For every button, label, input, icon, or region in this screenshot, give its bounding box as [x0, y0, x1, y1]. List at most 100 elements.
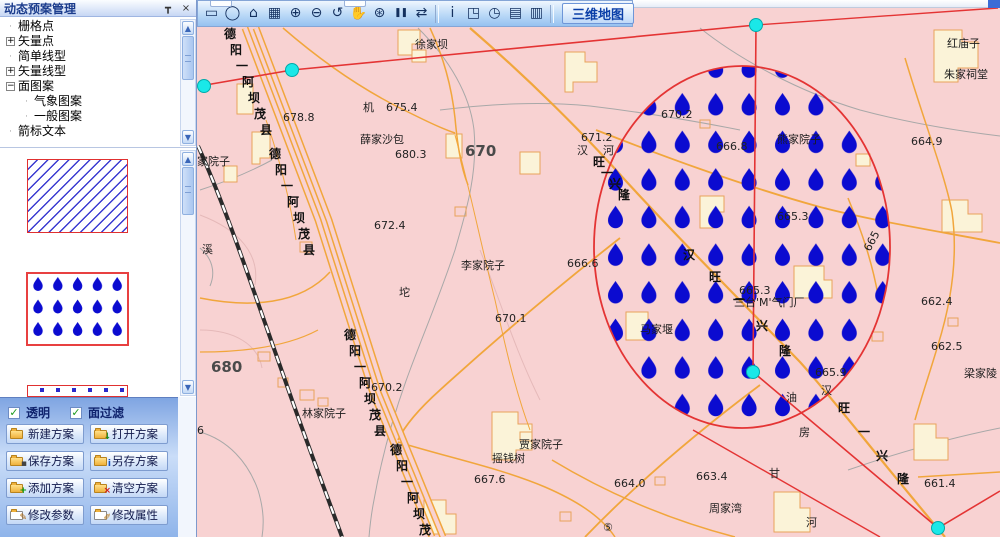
- plan-buttons: 新建方案 ↓打开方案 ▪保存方案 i另存方案 +添加方案 ×清空方案 ✎修改参数 ✐修改属性: [6, 424, 172, 525]
- tree-item-label: 矢量点: [18, 34, 54, 49]
- tree-connector: ·: [6, 127, 15, 136]
- map-3d-button[interactable]: 三维地图: [562, 3, 634, 24]
- plan-options-panel: ✓透明✓面过滤 新建方案↓打开方案▪保存方案i另存方案+添加方案×清空方案✎修改…: [0, 397, 178, 537]
- map-label: 房: [799, 426, 810, 439]
- tree-connector: ·: [6, 52, 15, 61]
- plan-button-params[interactable]: ✎修改参数: [6, 505, 84, 525]
- tree-connector: ·: [22, 112, 31, 121]
- print-setup-icon[interactable]: ▤: [505, 3, 526, 24]
- map-label: 马家堰: [640, 322, 673, 336]
- vertex-handle[interactable]: [198, 80, 211, 93]
- props-folder-icon: ✐: [94, 509, 109, 521]
- pattern-swatch-partial[interactable]: [27, 385, 128, 397]
- map-label: 666.8: [716, 140, 748, 153]
- tree-item-5[interactable]: ·气象图案: [2, 94, 180, 109]
- tree-item-2[interactable]: ·简单线型: [2, 49, 180, 64]
- plan-button-open[interactable]: ↓打开方案: [90, 424, 168, 444]
- print-icon[interactable]: ▥: [526, 3, 547, 24]
- tree-item-3[interactable]: +矢量线型: [2, 64, 180, 79]
- vertex-handle[interactable]: [747, 366, 760, 379]
- tree-item-6[interactable]: ·一般图案: [2, 109, 180, 124]
- refresh-swap-icon[interactable]: ⇄: [411, 3, 432, 24]
- map-label: 680: [211, 358, 242, 376]
- panel-scroll-gutter: [178, 397, 196, 537]
- close-icon[interactable]: ×: [178, 1, 194, 16]
- scroll-up-icon[interactable]: ▲: [182, 152, 194, 166]
- vertex-handle[interactable]: [286, 64, 299, 77]
- map-label: 662.4: [921, 295, 953, 308]
- tree-expand-icon[interactable]: +: [6, 67, 15, 76]
- map-label: 阳: [349, 343, 361, 358]
- map-label: 油: [786, 390, 797, 404]
- plan-button-saveas[interactable]: i另存方案: [90, 451, 168, 471]
- layer-tree: ·栅格点+矢量点·简单线型+矢量线型−面图案·气象图案·一般图案·箭标文本: [2, 19, 180, 146]
- plan-button-new[interactable]: 新建方案: [6, 424, 84, 444]
- history-clock-icon[interactable]: ◷: [484, 3, 505, 24]
- map-label: 坝: [293, 211, 305, 225]
- scroll-up-icon[interactable]: ▲: [182, 21, 194, 35]
- export-icon[interactable]: ◳: [463, 3, 484, 24]
- dock-tab[interactable]: [210, 1, 232, 7]
- plan-button-label: 修改参数: [28, 507, 74, 523]
- vertex-handle[interactable]: [750, 19, 763, 32]
- map-label: 茂: [419, 522, 431, 537]
- scrollbar-thumb[interactable]: [182, 167, 194, 215]
- panel-title: 动态预案管理: [0, 0, 160, 17]
- map-label: 汉: [577, 144, 588, 157]
- scroll-down-icon[interactable]: ▼: [182, 380, 194, 394]
- map-label: 徐家坝: [415, 37, 448, 51]
- tree-item-1[interactable]: +矢量点: [2, 34, 180, 49]
- pattern-swatch-drops-selected[interactable]: [26, 272, 129, 346]
- plan-button-save[interactable]: ▪保存方案: [6, 451, 84, 471]
- tree-item-7[interactable]: ·箭标文本: [2, 124, 180, 139]
- map-label: 熊家院子: [777, 132, 821, 146]
- map-label: 阳: [275, 162, 287, 177]
- zoom-in-icon[interactable]: ⊕: [285, 3, 306, 24]
- map-label: 朱家祠堂: [944, 67, 988, 81]
- tree-connector: ·: [6, 22, 15, 31]
- map-label: 德: [224, 26, 236, 41]
- map-label: 隆: [779, 343, 792, 358]
- map-label: 664.9: [911, 135, 943, 148]
- open-folder-icon: ↓: [94, 428, 109, 440]
- tree-item-4[interactable]: −面图案: [2, 79, 180, 94]
- plan-button-clear[interactable]: ×清空方案: [90, 478, 168, 498]
- map-label: 阿: [287, 195, 299, 209]
- tree-scrollbar[interactable]: ▲ ▼: [180, 19, 196, 146]
- zoom-select-icon[interactable]: ⊛: [369, 3, 390, 24]
- map-top-strip: [633, 0, 1000, 8]
- plan-button-props[interactable]: ✐修改属性: [90, 505, 168, 525]
- info-icon[interactable]: i: [442, 3, 463, 24]
- scrollbar-thumb[interactable]: [182, 36, 194, 80]
- measure-area-icon[interactable]: ⌂: [243, 3, 264, 24]
- vertex-handle[interactable]: [932, 522, 945, 535]
- map-label: 671.2: [581, 131, 613, 144]
- pause-icon[interactable]: ❚❚: [390, 3, 411, 24]
- pattern-scrollbar[interactable]: ▲ ▼: [180, 150, 196, 396]
- zoom-out-icon[interactable]: ⊖: [306, 3, 327, 24]
- map-label: 红庙子: [947, 36, 980, 50]
- pin-icon[interactable]: ┳: [160, 1, 176, 16]
- tree-expand-icon[interactable]: −: [6, 82, 15, 91]
- map-label: 县: [260, 123, 272, 137]
- map-label: 一: [858, 425, 870, 439]
- dock-tab[interactable]: [344, 1, 366, 7]
- grid-icon[interactable]: ▦: [264, 3, 285, 24]
- scroll-down-icon[interactable]: ▼: [182, 130, 194, 144]
- map-label: 一: [401, 475, 413, 489]
- tree-item-0[interactable]: ·栅格点: [2, 19, 180, 34]
- map-label: 林家院子: [302, 406, 346, 420]
- plan-button-add[interactable]: +添加方案: [6, 478, 84, 498]
- map-canvas[interactable]: 徐家坝薛家沙包机李家院子林家院子贾家院子摇钱树熊家院子红庙子朱家祠堂马家堰周家湾…: [197, 0, 1000, 537]
- map-label: 6: [197, 424, 204, 437]
- tree-item-label: 一般图案: [34, 109, 82, 124]
- tree-expand-icon[interactable]: +: [6, 37, 15, 46]
- map-label: 坨: [399, 285, 410, 299]
- checkbox-label: 透明: [26, 404, 50, 421]
- pattern-swatch-hatch[interactable]: [27, 159, 128, 233]
- plan-button-label: 新建方案: [28, 426, 74, 442]
- map-label: 665.9: [815, 366, 847, 379]
- map-label: 溪: [202, 243, 213, 256]
- checkbox-1[interactable]: ✓: [70, 407, 82, 419]
- checkbox-0[interactable]: ✓: [8, 407, 20, 419]
